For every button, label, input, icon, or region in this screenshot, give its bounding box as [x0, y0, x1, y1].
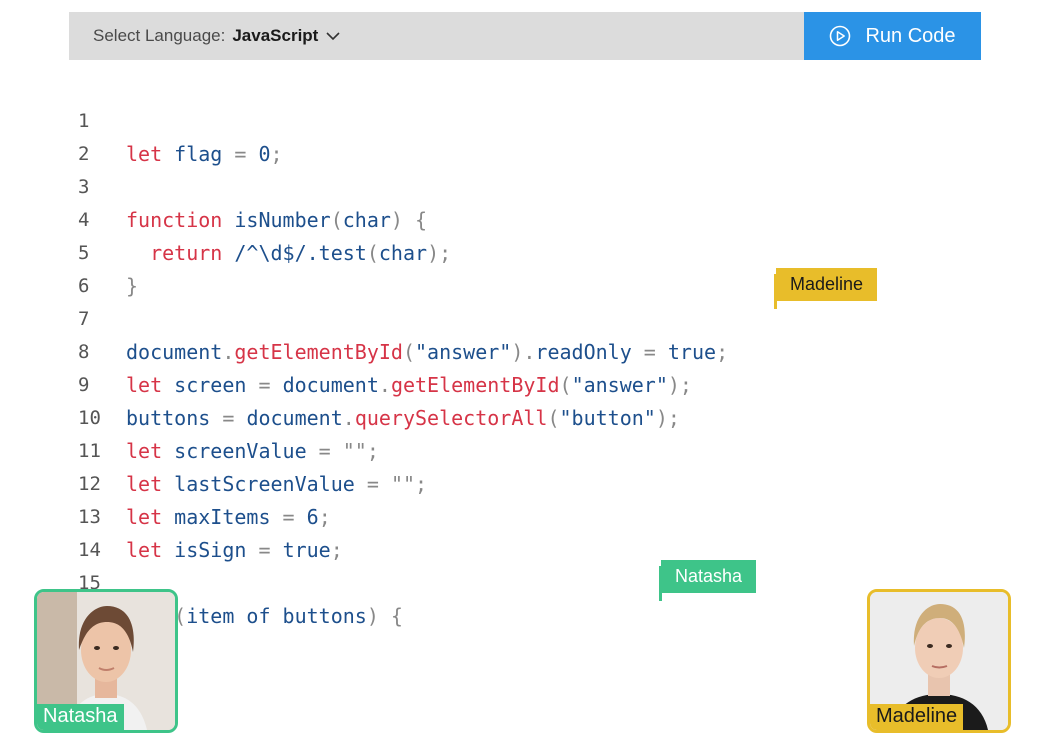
code-line: 2	[0, 105, 89, 165]
code-text: let maxItems = 6;	[126, 505, 331, 529]
code-line: 13 let isSign = true;	[0, 468, 343, 562]
code-area[interactable]: 1 let flag = 0; 2 3 function isNumber(ch…	[0, 72, 1050, 632]
code-text: document.getElementById("answer").readOn…	[126, 340, 729, 364]
code-text: let screen = document.getElementById("an…	[126, 373, 692, 397]
code-line: 1 let flag = 0;	[0, 72, 283, 166]
code-text: let lastScreenValue = "";	[126, 472, 428, 496]
language-value: JavaScript	[232, 26, 319, 45]
code-line: 10 let screenValue = "";	[0, 369, 379, 463]
code-line: 4 return /^\d$/.test(char);	[0, 171, 451, 265]
chevron-down-icon	[326, 31, 340, 41]
line-number: 14	[78, 539, 101, 561]
code-text: }	[126, 274, 139, 298]
code-line: 9 buttons = document.querySelectorAll("b…	[0, 336, 680, 430]
code-text: function isNumber(char) {	[126, 208, 428, 232]
madeline-cursor-flag: Madeline	[776, 268, 878, 301]
language-label: Select Language:	[93, 26, 226, 45]
line-number: 7	[78, 308, 90, 330]
natasha-video-avatar[interactable]: Natasha	[34, 589, 178, 733]
line-number: 2	[78, 143, 90, 165]
code-line: 14	[0, 501, 101, 561]
code-text: let flag = 0;	[126, 142, 283, 166]
madeline-video-avatar[interactable]: Madeline	[867, 589, 1011, 733]
line-number: 3	[78, 176, 90, 198]
code-line: 15 for (item of buttons) {	[0, 534, 403, 628]
play-circle-icon	[829, 25, 851, 47]
line-number: 12	[78, 473, 101, 495]
code-text: return /^\d$/.test(char);	[150, 241, 452, 265]
run-code-button[interactable]: Run Code	[804, 12, 981, 60]
code-line: 7 document.getElementById("answer").read…	[0, 270, 728, 364]
code-line: 11 let lastScreenValue = "";	[0, 402, 427, 496]
line-number: 4	[78, 209, 90, 231]
code-line: 5 }	[0, 204, 138, 298]
natasha-cursor-flag: Natasha	[661, 560, 757, 593]
code-text: let screenValue = "";	[126, 439, 379, 463]
line-number: 8	[78, 341, 90, 363]
code-text: buttons = document.querySelectorAll("but…	[126, 406, 680, 430]
line-number: 11	[78, 440, 101, 462]
line-number: 6	[78, 275, 90, 297]
code-line: 8 let screen = document.getElementById("…	[0, 303, 692, 397]
natasha-name-label: Natasha	[37, 704, 124, 730]
run-code-label: Run Code	[865, 24, 956, 47]
line-number: 13	[78, 506, 101, 528]
code-line: 3 function isNumber(char) {	[0, 138, 427, 232]
line-number: 10	[78, 407, 101, 429]
line-number: 5	[78, 242, 90, 264]
code-line: 12 let maxItems = 6;	[0, 435, 331, 529]
editor-toolbar: Select Language: JavaScript Run Code	[69, 12, 981, 60]
madeline-name-label: Madeline	[870, 704, 964, 730]
code-text: let isSign = true;	[126, 538, 343, 562]
code-line: 6	[0, 237, 89, 297]
line-number: 9	[78, 374, 90, 396]
code-editor-screen: Select Language: JavaScript Run Code 1 l…	[0, 0, 1050, 750]
line-number: 1	[78, 110, 90, 132]
language-select[interactable]: Select Language: JavaScript	[93, 12, 340, 60]
